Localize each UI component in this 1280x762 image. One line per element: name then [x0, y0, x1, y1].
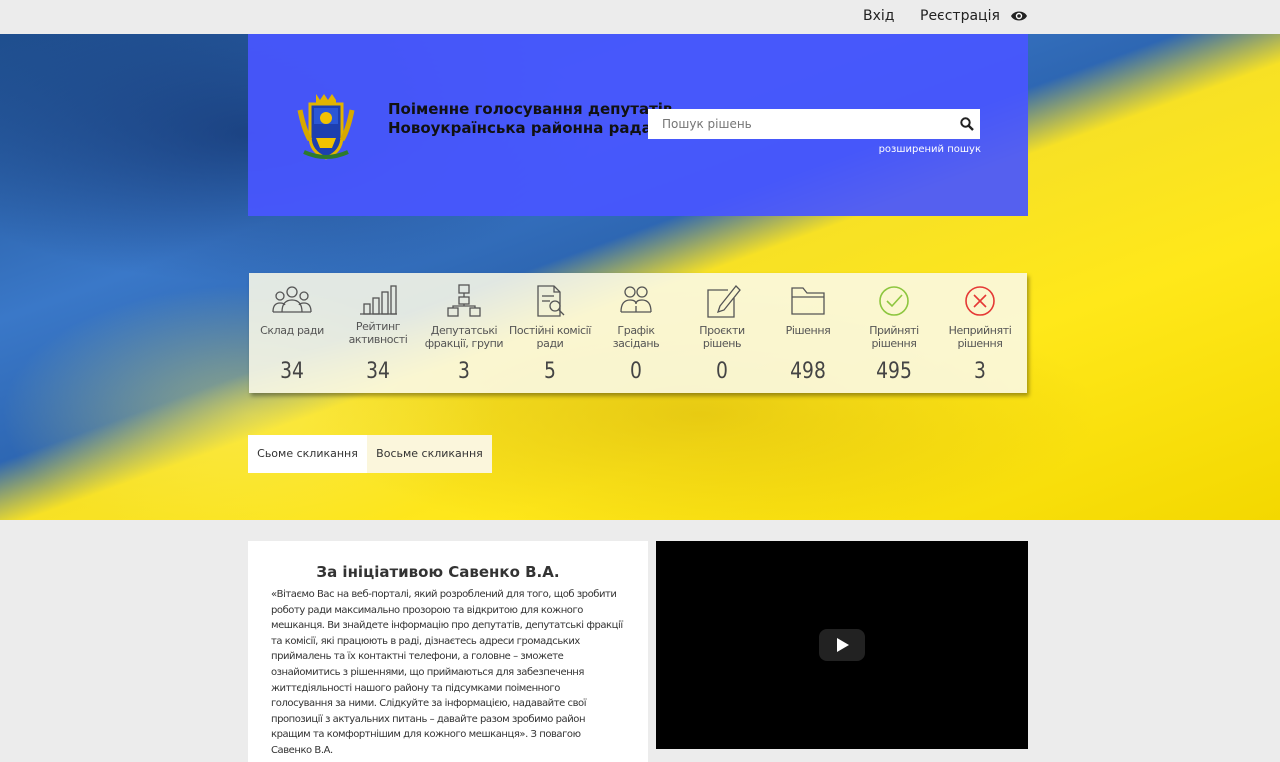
stat-label: Неприйняті рішення [948, 324, 1012, 350]
site-title: Поіменне голосування депутатів Новоукраї… [388, 100, 672, 138]
stat-label: Графік засідань [612, 324, 660, 350]
stat-label: Рейтинг активності [348, 320, 408, 346]
bar-chart-icon [360, 285, 397, 315]
intro-title: За ініціативою Савенко В.А. [316, 563, 560, 581]
stat-council-members[interactable]: Склад ради 34 [249, 273, 335, 393]
search-icon[interactable] [960, 117, 974, 131]
login-link[interactable]: Вхід [863, 8, 894, 24]
stat-commissions[interactable]: Постійні комісії ради 5 [507, 273, 593, 393]
meeting-icon [620, 286, 652, 313]
play-icon [837, 638, 849, 652]
stat-accepted-decisions[interactable]: Прийняті рішення 495 [851, 273, 937, 393]
coat-of-arms-logo[interactable] [296, 90, 356, 162]
stat-value: 0 [630, 359, 642, 384]
document-search-icon [537, 285, 565, 317]
hierarchy-icon [447, 284, 481, 317]
stat-label: Склад ради [260, 324, 324, 337]
stat-label: Рішення [785, 324, 831, 337]
stat-value: 5 [544, 359, 556, 384]
stats-panel: Склад ради 34 Рейтинг активності 34 Депу… [249, 273, 1027, 393]
stat-label: Прийняті рішення [869, 324, 919, 350]
register-link[interactable]: Реєстрація [920, 8, 1000, 24]
stat-label: Депутатські фракції, групи [424, 324, 504, 350]
people-group-icon [272, 286, 312, 313]
x-circle-icon [965, 286, 995, 316]
stat-value: 34 [366, 359, 390, 384]
stat-value: 3 [458, 359, 470, 384]
stat-label: Проєкти рішень [699, 324, 745, 350]
stat-rejected-decisions[interactable]: Неприйняті рішення 3 [937, 273, 1023, 393]
folder-icon [791, 287, 825, 315]
stat-value: 498 [790, 359, 826, 384]
stat-value: 0 [716, 359, 728, 384]
stat-value: 3 [974, 359, 986, 384]
search-input[interactable] [660, 109, 954, 139]
tab-seventh-convocation[interactable]: Сьоме скликання [248, 435, 367, 473]
stat-draft-decisions[interactable]: Проєкти рішень 0 [679, 273, 765, 393]
play-button[interactable] [819, 629, 865, 661]
site-title-line1: Поіменне голосування депутатів [388, 100, 673, 118]
site-title-line2: Новоукраїнська районна рада [388, 119, 652, 137]
intro-text: «Вітаємо Вас на веб-порталі, який розроб… [271, 589, 623, 756]
check-circle-icon [879, 286, 909, 316]
edit-document-icon [707, 285, 741, 318]
stat-decisions[interactable]: Рішення 498 [765, 273, 851, 393]
top-bar: Вхід Реєстрація [0, 0, 1280, 34]
stat-activity-rating[interactable]: Рейтинг активності 34 [335, 273, 421, 393]
eye-icon[interactable] [1010, 9, 1028, 23]
stat-factions[interactable]: Депутатські фракції, групи 3 [421, 273, 507, 393]
advanced-search-link[interactable]: розширений пошук [879, 144, 981, 155]
video-player[interactable] [656, 541, 1028, 749]
tab-eighth-convocation[interactable]: Восьме скликання [367, 435, 492, 473]
stat-label: Постійні комісії ради [509, 324, 591, 350]
stat-meeting-schedule[interactable]: Графік засідань 0 [593, 273, 679, 393]
stat-value: 34 [280, 359, 304, 384]
search-box [648, 109, 980, 139]
intro-card: За ініціативою Савенко В.А. «Вітаємо Вас… [248, 541, 648, 762]
stat-value: 495 [876, 359, 912, 384]
header-panel: Поіменне голосування депутатів Новоукраї… [248, 34, 1028, 216]
